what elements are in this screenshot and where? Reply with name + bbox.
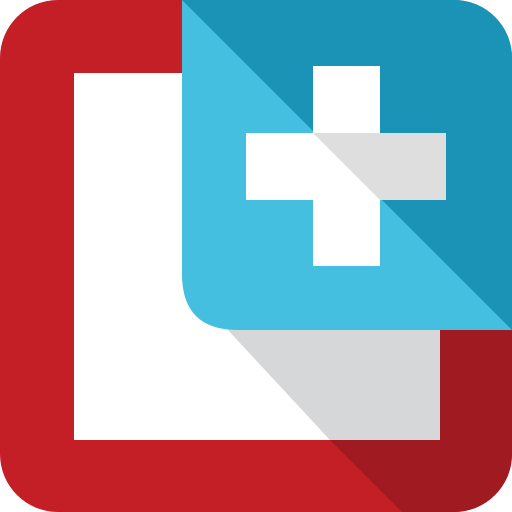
icon-body bbox=[0, 0, 512, 512]
app-icon bbox=[0, 0, 512, 512]
